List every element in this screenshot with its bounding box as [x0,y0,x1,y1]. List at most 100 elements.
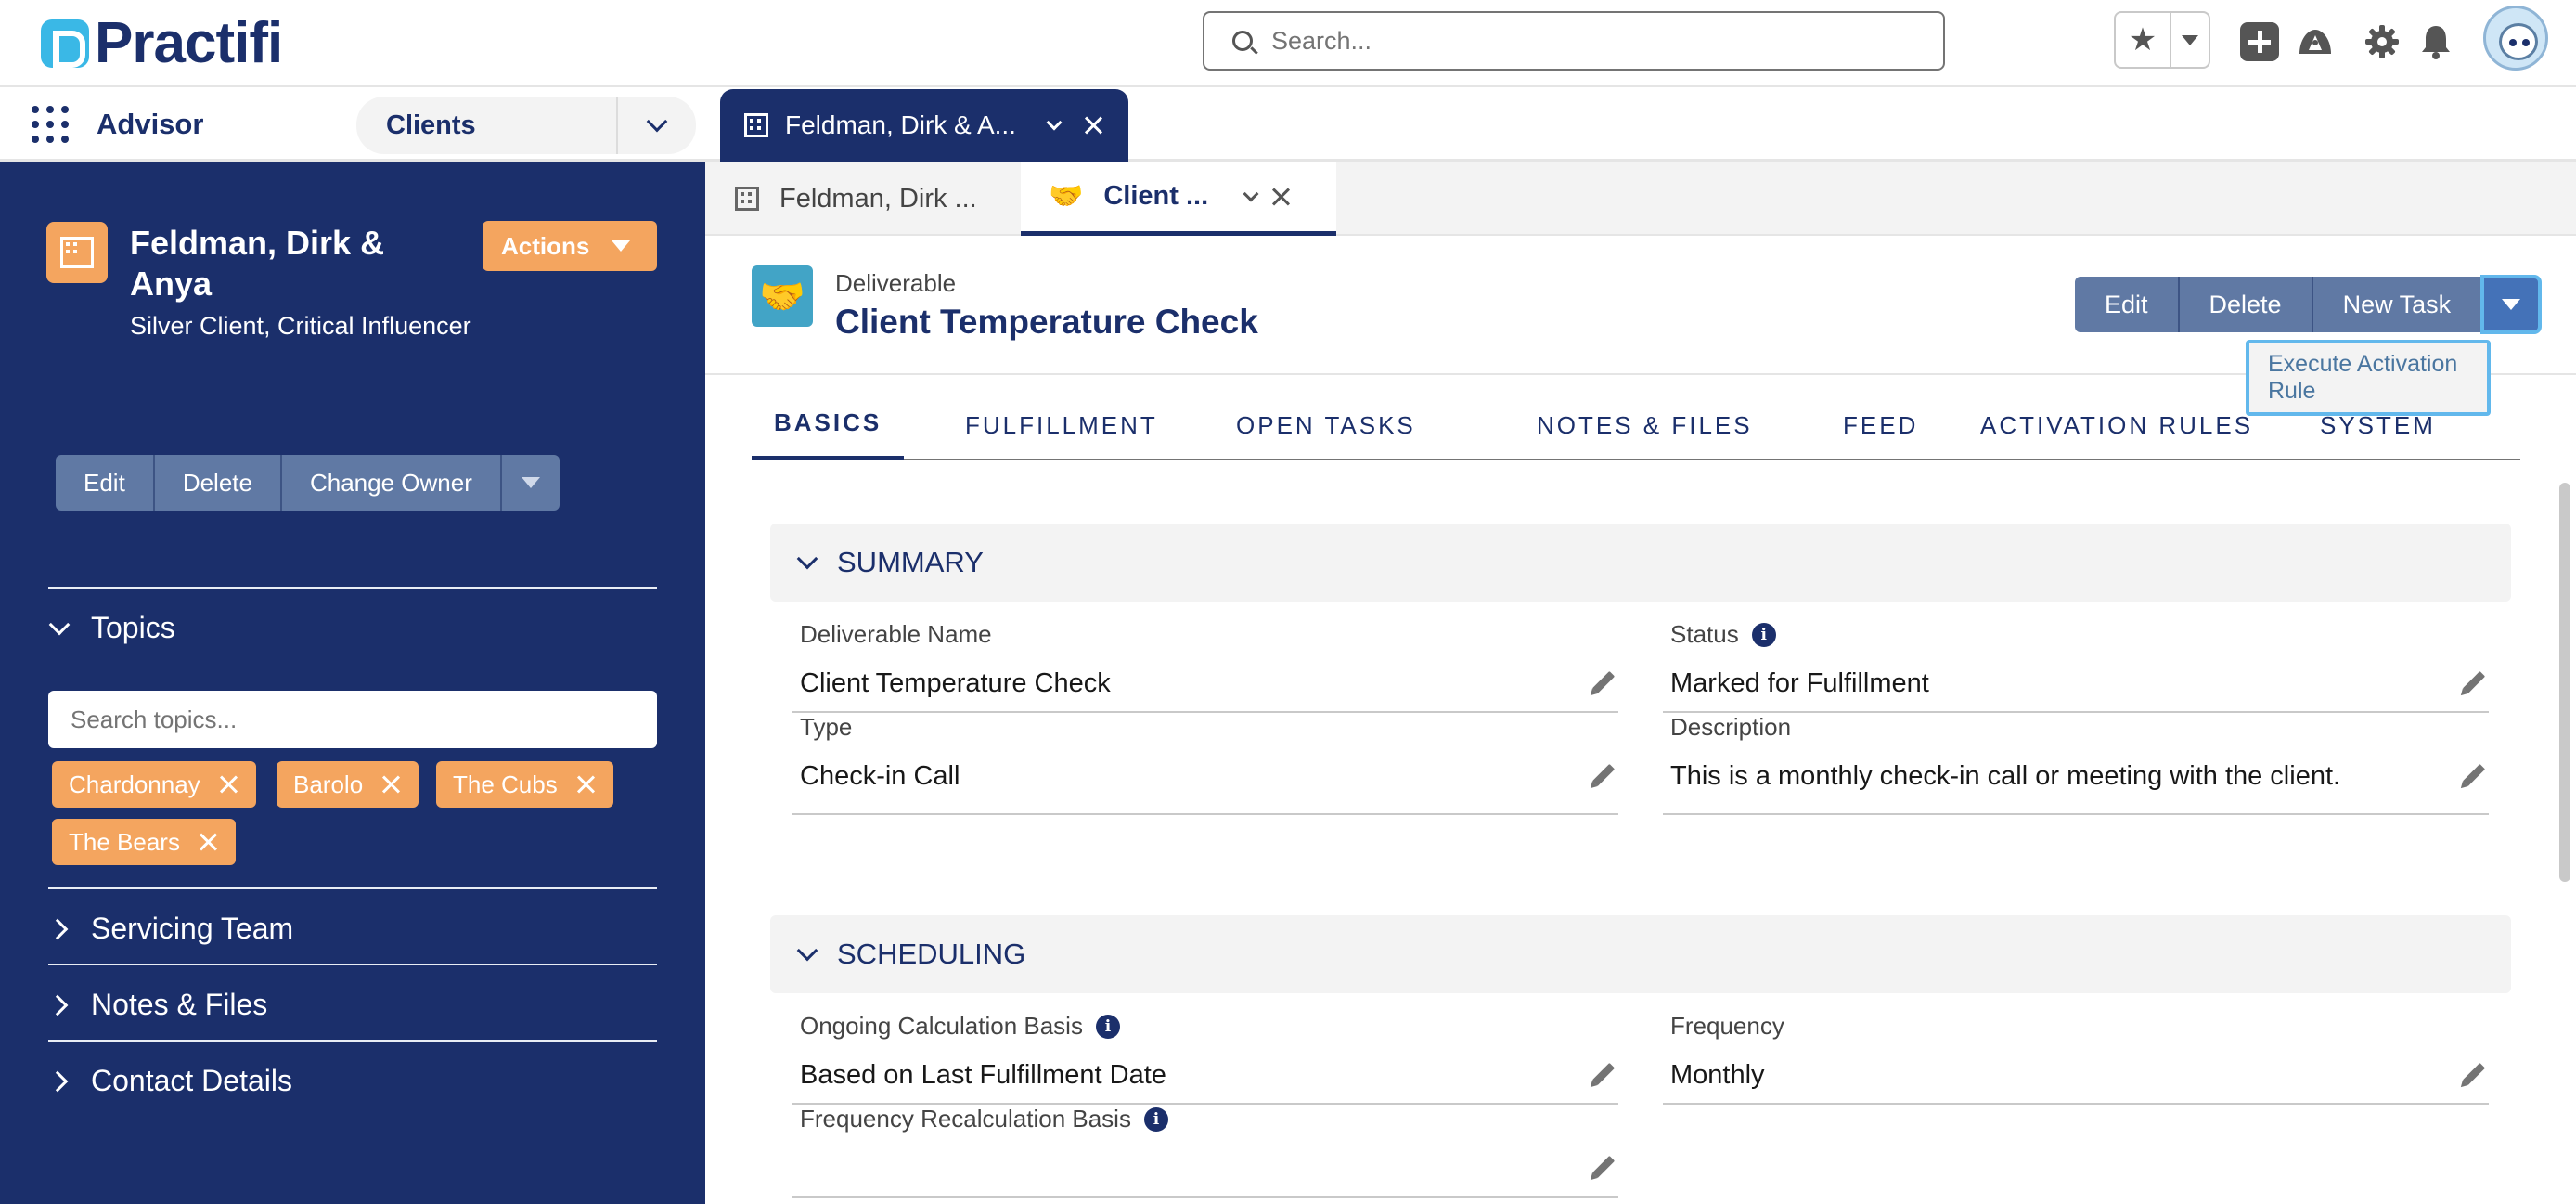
menu-item-label: Execute Activation Rule [2268,351,2458,404]
subtab-label: Feldman, Dirk ... [779,183,977,214]
actions-button[interactable]: Actions [483,221,657,271]
star-icon[interactable]: ★ [2116,13,2171,67]
app-name: Advisor [97,108,204,140]
chevron-down-icon[interactable] [1243,186,1259,201]
field-value: Marked for Fulfillment [1670,668,1929,698]
pencil-icon[interactable] [1591,670,1616,694]
tab-feed[interactable]: FEED [1843,390,1918,460]
contact-details-section-toggle[interactable]: Contact Details [46,1064,292,1098]
field-type: Type Check-in Call [792,713,1618,815]
page-scrollbar[interactable] [2559,483,2570,882]
pencil-icon[interactable] [1591,1155,1616,1179]
topic-pill[interactable]: The Cubs [436,761,613,808]
caret-down-icon [2502,299,2521,310]
gear-icon[interactable] [2363,22,2402,61]
account-subtitle: Silver Client, Critical Influencer [130,312,471,340]
field-deliverable-name: Deliverable Name Client Temperature Chec… [792,620,1618,713]
edit-button[interactable]: Edit [56,455,155,511]
section-heading: Contact Details [91,1064,292,1097]
new-task-button[interactable]: New Task [2312,277,2483,332]
workspace-tab-feldman[interactable]: Feldman, Dirk & A... [720,89,1128,162]
chevron-down-icon [646,110,668,133]
field-label: Deliverable Name [800,620,992,648]
remove-topic-icon[interactable] [576,774,597,795]
topics-section-toggle[interactable]: Topics [48,611,175,645]
info-icon[interactable]: i [1751,622,1776,647]
topic-search-input[interactable]: Search topics... [48,691,657,748]
delete-button[interactable]: Delete [154,455,282,511]
topic-pill[interactable]: Chardonnay [52,761,256,808]
app-nav-bar: Advisor Clients Feldman, Dirk & A... [0,89,2576,162]
pencil-icon[interactable] [2462,763,2486,787]
subtab-client-temperature[interactable]: 🤝 Client ... [1021,162,1336,236]
change-owner-button[interactable]: Change Owner [281,455,502,511]
account-name: Feldman, Dirk & Anya [130,224,385,303]
pencil-icon[interactable] [2462,1062,2486,1086]
record-button-group: Edit Delete New Task [2075,275,2543,334]
avatar[interactable] [2483,6,2548,71]
remove-topic-icon[interactable] [381,774,402,795]
building-icon [735,187,759,211]
field-label: Frequency Recalculation Basis [800,1105,1131,1133]
close-icon[interactable] [1084,115,1104,136]
pencil-icon[interactable] [1591,763,1616,787]
section-title: SUMMARY [837,546,984,578]
remove-topic-icon[interactable] [219,774,239,795]
more-actions-button[interactable] [2480,275,2543,334]
caret-down-icon [612,240,631,252]
chevron-down-icon [796,548,818,570]
field-label: Frequency [1670,1012,1784,1040]
scheduling-section-toggle[interactable]: SCHEDULING [770,915,2511,993]
global-search-input[interactable]: Search... [1203,11,1945,71]
field-value: Based on Last Fulfillment Date [800,1060,1166,1090]
search-icon [1232,31,1253,51]
execute-activation-rule-menu-item[interactable]: Execute Activation Rule [2246,340,2491,416]
global-header: Practifi Search... ★ [0,0,2576,87]
record-type: Deliverable [835,269,957,297]
favorites-menu-button[interactable] [2171,13,2209,67]
bell-icon[interactable] [2416,22,2455,61]
info-icon[interactable]: i [1095,1014,1120,1039]
sidebar-button-group: Edit Delete Change Owner [56,455,560,511]
account-icon [46,222,108,283]
close-icon[interactable] [1271,187,1292,207]
chevron-down-icon [2182,34,2198,45]
topic-pill[interactable]: Barolo [277,761,419,808]
search-placeholder: Search... [1271,26,1372,55]
logo-mark-icon [41,19,89,68]
notes-files-section-toggle[interactable]: Notes & Files [46,988,267,1022]
info-icon[interactable]: i [1143,1107,1168,1132]
field-status: Status i Marked for Fulfillment [1663,620,2489,713]
record-title: Client Temperature Check [835,303,1258,341]
topic-pill[interactable]: The Bears [52,819,236,865]
section-heading: Servicing Team [91,912,294,945]
tab-open-tasks[interactable]: OPEN TASKS [1236,390,1416,460]
field-label: Status [1670,620,1739,648]
object-nav-select[interactable]: Clients [356,97,696,154]
tab-basics[interactable]: BASICS [752,390,905,460]
summary-section-toggle[interactable]: SUMMARY [770,524,2511,602]
tab-activation-rules[interactable]: ACTIVATION RULES [1980,390,2253,460]
remove-topic-icon[interactable] [199,832,219,852]
handshake-icon: 🤝 [1049,181,1084,212]
subtab-feldman[interactable]: Feldman, Dirk ... [735,162,1032,236]
more-actions-button[interactable] [501,455,560,511]
chevron-down-icon[interactable] [1046,114,1063,131]
trailhead-icon[interactable] [2296,22,2335,61]
nav-select-toggle[interactable] [618,110,696,133]
field-label: Ongoing Calculation Basis [800,1012,1083,1040]
practifi-logo[interactable]: Practifi [41,13,283,74]
plus-icon[interactable] [2240,22,2279,61]
tab-fulfillment[interactable]: FULFILLMENT [965,390,1158,460]
delete-button[interactable]: Delete [2179,277,2313,332]
tab-notes-files[interactable]: NOTES & FILES [1537,390,1753,460]
pencil-icon[interactable] [1591,1062,1616,1086]
edit-button[interactable]: Edit [2075,277,2180,332]
divider [48,964,657,965]
pencil-icon[interactable] [2462,670,2486,694]
avatar-face [2499,23,2538,60]
servicing-team-section-toggle[interactable]: Servicing Team [46,912,294,946]
app-launcher-icon[interactable] [32,106,69,143]
record-main: Feldman, Dirk ... 🤝 Client ... 🤝 Deliver… [705,162,2576,1204]
topic-pill-label: Chardonnay [69,770,200,798]
